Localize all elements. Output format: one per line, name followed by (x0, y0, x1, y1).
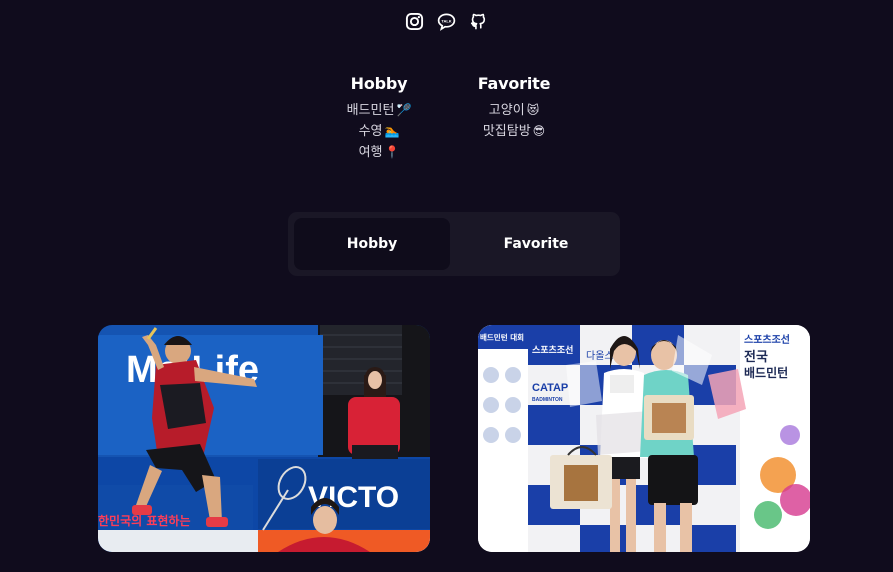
right-banner-text-2: 전국 (744, 349, 768, 365)
list-item: 맛집탐방 😎 (467, 121, 562, 142)
badminton-match-image: MetLife VICTO 한민국의 표현하는 (98, 325, 430, 552)
badminton-match-photo: MetLife VICTO 한민국의 표현하는 (98, 325, 430, 552)
heart-eyes-cat-emoji: 😻 (526, 103, 540, 117)
social-links: TALK (0, 12, 893, 31)
list-item: 고양이 😻 (467, 100, 562, 121)
list-item: 배드민턴 🏸 (332, 100, 427, 121)
github-icon[interactable] (469, 12, 488, 31)
hobby-column: Hobby 배드민턴 🏸 수영 🏊 여행 📍 (332, 74, 427, 163)
kakaotalk-icon[interactable]: TALK (437, 12, 456, 31)
tab-favorite[interactable]: Favorite (458, 218, 614, 270)
list-item: 수영 🏊 (332, 121, 427, 142)
hobby-list: 배드민턴 🏸 수영 🏊 여행 📍 (332, 100, 427, 163)
korean-board-text: 한민국의 표현하는 (98, 513, 191, 528)
hobby-item-text: 여행 (358, 145, 383, 160)
backdrop-text: 다올스 (586, 350, 614, 362)
right-banner-text-3: 배드민턴 (744, 365, 788, 380)
kakaotalk-label: TALK (441, 18, 451, 23)
favorite-list: 고양이 😻 맛집탐방 😎 (467, 100, 562, 142)
hobby-item-text: 배드민턴 (346, 103, 395, 118)
sunglasses-emoji: 😎 (532, 124, 546, 138)
catap-sub-logo: BADMINTON (532, 397, 563, 403)
left-banner-text: 배드민턴 대회 (480, 332, 524, 342)
badminton-emoji: 🏸 (396, 103, 412, 117)
swimming-emoji: 🏊 (384, 124, 400, 138)
favorite-item-text: 고양이 (488, 103, 525, 118)
right-banner-text-1: 스포츠조선 (744, 333, 790, 346)
tournament-award-image: 스포츠조선 CATAP BADMINTON 다올스 배드민턴 대회 스포츠조선 … (478, 325, 810, 552)
sports-chosun-logo: 스포츠조선 (532, 344, 573, 356)
page: TALK Hobby 배드민턴 🏸 수영 🏊 여행 📍 Favorite 고양이 😻 맛… (0, 0, 893, 572)
instagram-icon[interactable] (405, 12, 424, 31)
pin-emoji: 📍 (384, 145, 400, 159)
favorite-column: Favorite 고양이 😻 맛집탐방 😎 (467, 74, 562, 163)
favorite-item-text: 맛집탐방 (482, 124, 531, 139)
hobby-heading: Hobby (350, 74, 408, 93)
favorite-heading: Favorite (477, 74, 551, 93)
hobby-item-text: 수영 (358, 124, 383, 139)
tournament-award-photo: 스포츠조선 CATAP BADMINTON 다올스 배드민턴 대회 스포츠조선 … (478, 325, 810, 552)
tab-hobby[interactable]: Hobby (294, 218, 450, 270)
list-item: 여행 📍 (332, 142, 427, 163)
hobby-favorite-lists: Hobby 배드민턴 🏸 수영 🏊 여행 📍 Favorite 고양이 😻 맛집탐방 😎 (0, 74, 893, 163)
catap-logo: CATAP (532, 382, 568, 394)
tab-switcher: Hobby Favorite (288, 212, 620, 276)
